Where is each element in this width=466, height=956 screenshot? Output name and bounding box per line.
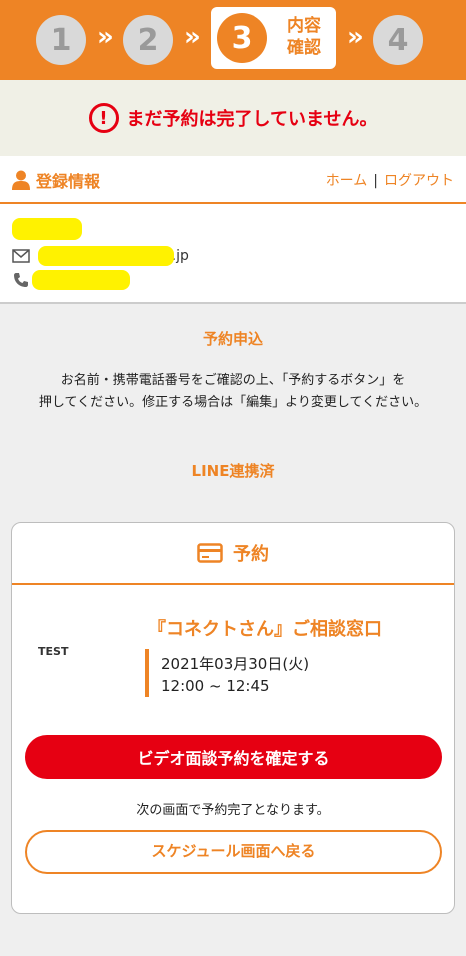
step-arrow: »	[184, 22, 201, 52]
redacted-phone	[32, 270, 130, 290]
redacted-email	[38, 246, 174, 266]
completion-note: 次の画面で予約完了となります。	[136, 803, 330, 818]
reservation-instructions: お名前・携帯電話番号をご確認の上、「予約するボタン」を 押してください。修正する…	[0, 370, 466, 414]
instructions-line2: 押してください。修正する場合は「編集」より変更してください。	[38, 395, 428, 410]
slot-date: 2021年03月30日(火)	[161, 655, 310, 673]
registration-header: 登録情報 ホーム | ログアウト	[0, 156, 466, 204]
credit-card-icon	[197, 543, 223, 563]
confirm-reservation-button[interactable]: ビデオ面談予約を確定する	[25, 735, 442, 779]
slot-time: 12:00 ~ 12:45	[161, 677, 270, 695]
redacted-name	[12, 218, 82, 240]
card-header: 予約	[12, 523, 454, 585]
warning-banner: ! まだ予約は完了していません。	[0, 80, 466, 156]
step-arrow: »	[97, 22, 114, 52]
step-arrow: »	[347, 22, 364, 52]
step-3-label-line2: 確認	[287, 38, 321, 58]
step-4: 4	[373, 15, 423, 65]
header-links: ホーム | ログアウト	[326, 170, 454, 190]
slot-title: 『コネクトさん』ご相談窓口	[148, 619, 382, 640]
step-2: 2	[123, 15, 173, 65]
phone-icon	[14, 273, 28, 287]
warning-text: まだ予約は完了していません。	[126, 109, 378, 130]
user-info-panel: @p-tabo.co.jp	[0, 204, 466, 304]
test-label: TEST	[38, 645, 69, 658]
step-3-number: 3	[217, 13, 267, 63]
home-link[interactable]: ホーム	[326, 173, 368, 189]
reservation-card: 予約 TEST 『コネクトさん』ご相談窓口 2021年03月30日(火) 12:…	[11, 522, 455, 914]
registration-title: 登録情報	[12, 168, 100, 192]
instructions-line1: お名前・携帯電話番号をご確認の上、「予約するボタン」を	[60, 373, 406, 388]
step-progress-bar: 1 » 2 » 3 内容 確認 » 4	[0, 0, 466, 80]
step-3-current: 3 内容 確認	[211, 7, 336, 69]
logout-link[interactable]: ログアウト	[384, 173, 454, 189]
exclamation-circle-icon: !	[88, 103, 119, 133]
slot-accent-bar	[145, 649, 149, 697]
back-to-schedule-button[interactable]: スケジュール画面へ戻る	[25, 830, 442, 874]
reservation-request-title: 予約申込	[202, 330, 263, 348]
step-3-label-line1: 内容	[287, 16, 321, 36]
envelope-icon	[12, 249, 30, 263]
registration-title-text: 登録情報	[36, 172, 101, 191]
user-icon	[12, 170, 30, 190]
link-separator: |	[373, 173, 378, 189]
line-status: LINE連携済	[191, 462, 275, 480]
card-title: 予約	[233, 544, 269, 565]
step-3-label: 内容 確認	[277, 15, 331, 59]
step-1: 1	[36, 15, 86, 65]
